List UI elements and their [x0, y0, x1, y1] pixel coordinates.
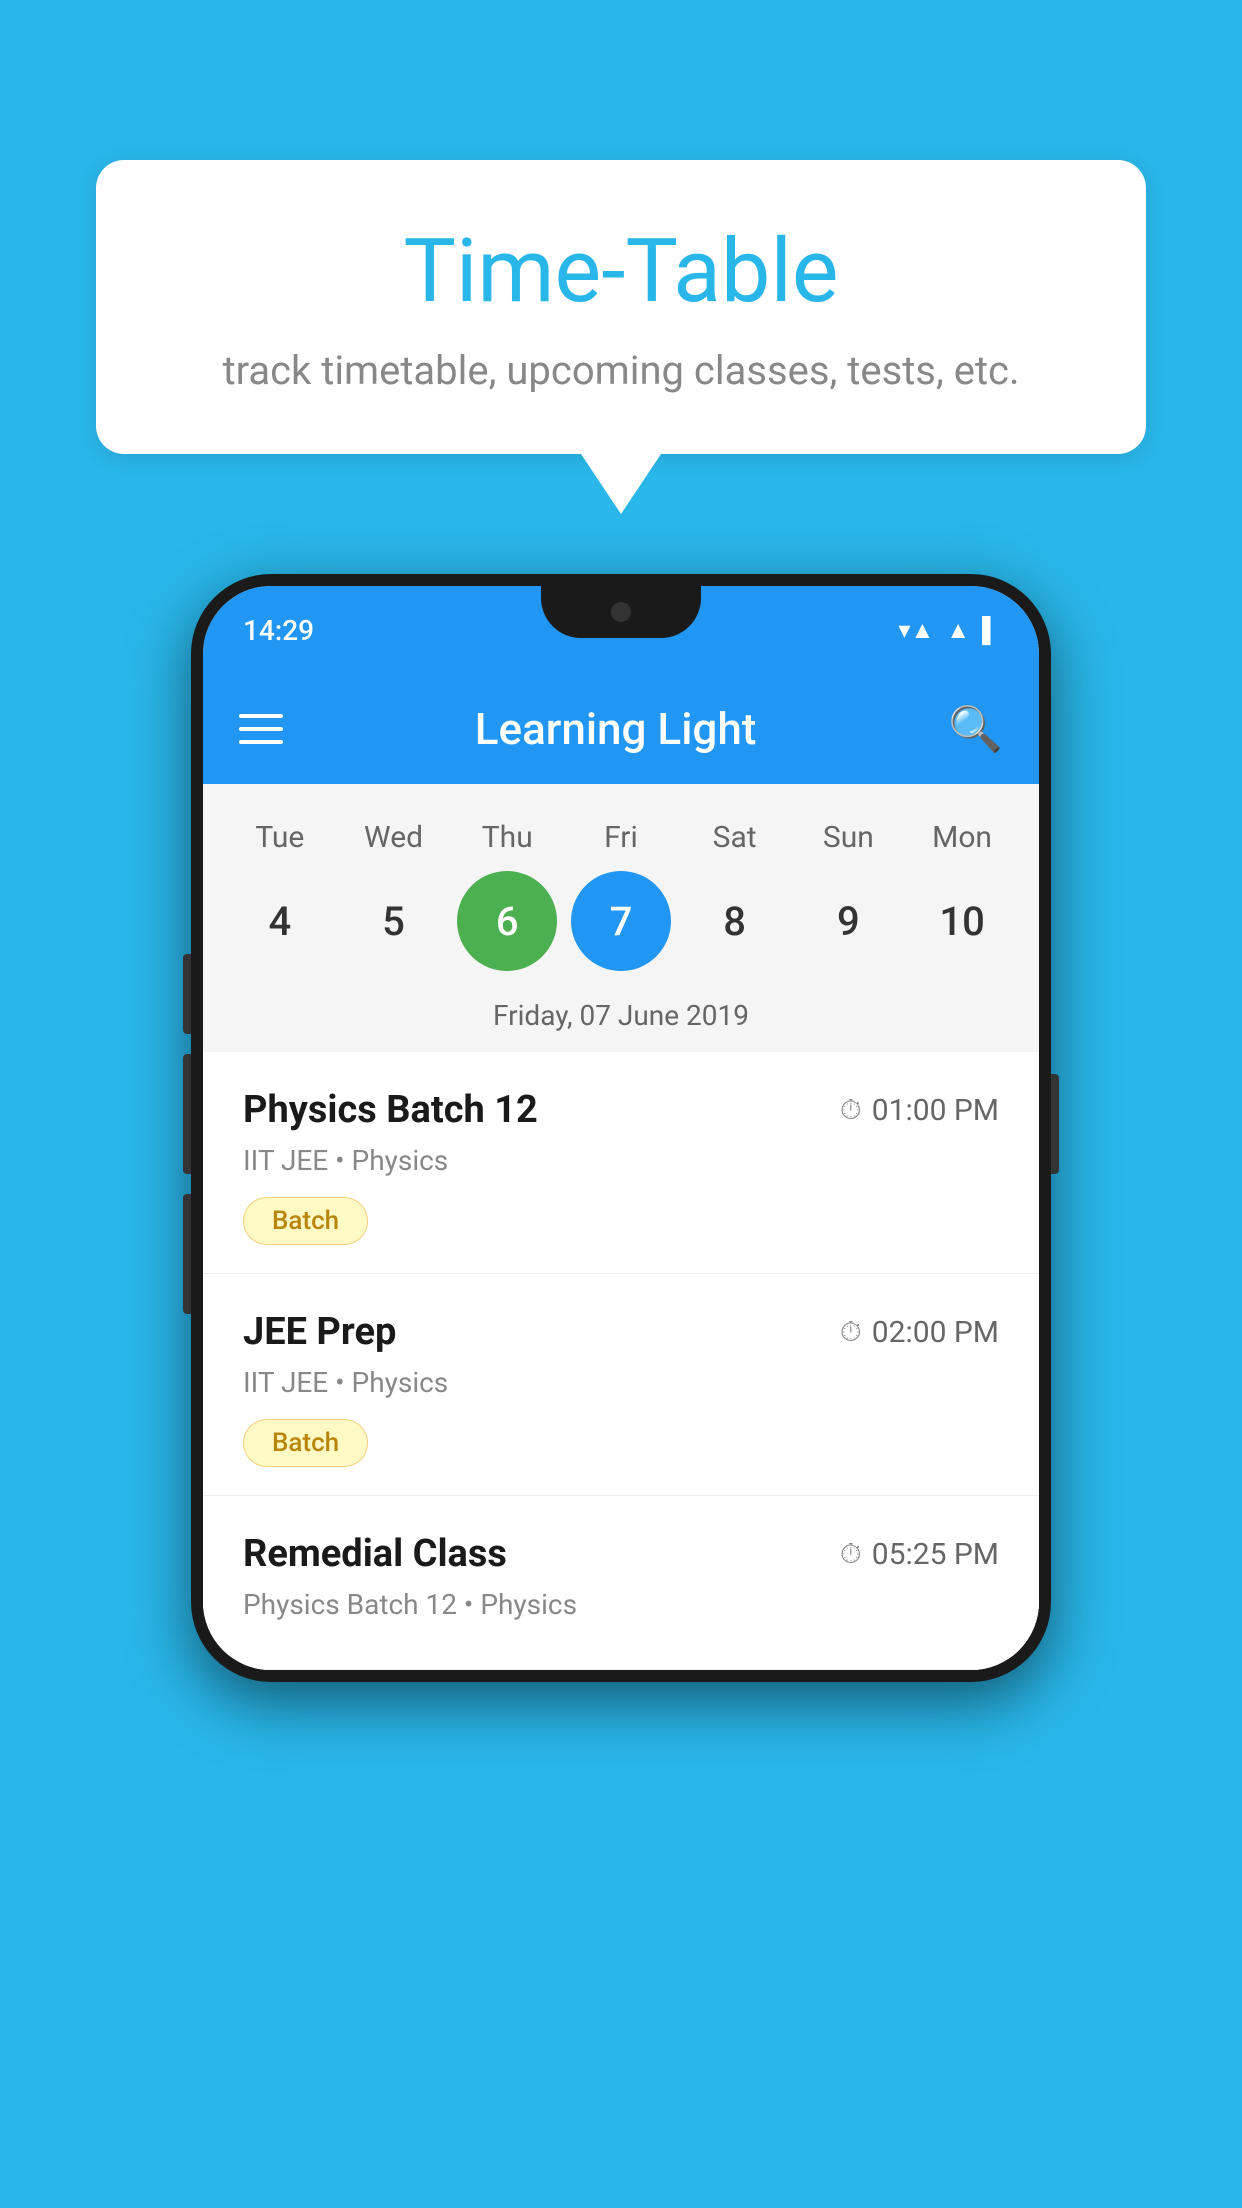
menu-line-2 — [239, 727, 283, 731]
selected-date-label: Friday, 07 June 2019 — [203, 991, 1039, 1052]
date-8[interactable]: 8 — [685, 871, 785, 971]
speech-bubble: Time-Table track timetable, upcoming cla… — [96, 160, 1146, 454]
batch-badge-2: Batch — [243, 1419, 368, 1467]
menu-button[interactable] — [239, 714, 283, 744]
clock-icon-1: ⏱ — [840, 1093, 862, 1127]
battery-icon: ▌ — [982, 616, 999, 645]
schedule-time-value-1: 01:00 PM — [872, 1093, 999, 1128]
schedule-item-2-header: JEE Prep ⏱ 02:00 PM — [243, 1310, 999, 1354]
schedule-title-1: Physics Batch 12 — [243, 1088, 538, 1132]
side-button-3 — [183, 1194, 191, 1314]
schedule-title-3: Remedial Class — [243, 1532, 507, 1576]
app-bar: Learning Light 🔍 — [203, 674, 1039, 784]
schedule-subtitle-2: IIT JEE • Physics — [243, 1366, 999, 1399]
schedule-subtitle-1: IIT JEE • Physics — [243, 1144, 999, 1177]
schedule-item-2[interactable]: JEE Prep ⏱ 02:00 PM IIT JEE • Physics Ba… — [203, 1274, 1039, 1496]
calendar-section: Tue Wed Thu Fri Sat Sun Mon 4 5 6 7 8 9 … — [203, 784, 1039, 1052]
app-title: Learning Light — [475, 703, 757, 755]
menu-line-3 — [239, 740, 283, 744]
date-9[interactable]: 9 — [798, 871, 898, 971]
date-5[interactable]: 5 — [344, 871, 444, 971]
day-tue: Tue — [230, 820, 330, 855]
schedule-item-3-header: Remedial Class ⏱ 05:25 PM — [243, 1532, 999, 1576]
volume-up-button — [183, 954, 191, 1034]
date-7-selected[interactable]: 7 — [571, 871, 671, 971]
clock-icon-2: ⏱ — [840, 1315, 862, 1349]
schedule-time-value-2: 02:00 PM — [872, 1315, 999, 1350]
schedule-item-1-header: Physics Batch 12 ⏱ 01:00 PM — [243, 1088, 999, 1132]
schedule-time-3: ⏱ 05:25 PM — [840, 1537, 999, 1572]
schedule-time-2: ⏱ 02:00 PM — [840, 1315, 999, 1350]
search-button[interactable]: 🔍 — [948, 703, 1003, 755]
day-sun: Sun — [798, 820, 898, 855]
day-mon: Mon — [912, 820, 1012, 855]
menu-line-1 — [239, 714, 283, 718]
power-button — [1051, 1074, 1059, 1174]
volume-down-button — [183, 1054, 191, 1174]
phone-screen: 14:29 ▾▲ ▲ ▌ Learning Light 🔍 — [203, 586, 1039, 1670]
bubble-title: Time-Table — [176, 220, 1066, 323]
day-wed: Wed — [344, 820, 444, 855]
signal-icon: ▲ — [946, 616, 970, 645]
date-4[interactable]: 4 — [230, 871, 330, 971]
phone-container: 14:29 ▾▲ ▲ ▌ Learning Light 🔍 — [131, 574, 1111, 1682]
schedule-item-1[interactable]: Physics Batch 12 ⏱ 01:00 PM IIT JEE • Ph… — [203, 1052, 1039, 1274]
schedule-list: Physics Batch 12 ⏱ 01:00 PM IIT JEE • Ph… — [203, 1052, 1039, 1670]
day-thu: Thu — [457, 820, 557, 855]
wifi-icon: ▾▲ — [898, 616, 934, 645]
days-numbers: 4 5 6 7 8 9 10 — [203, 863, 1039, 991]
speech-bubble-container: Time-Table track timetable, upcoming cla… — [96, 160, 1146, 514]
status-time: 14:29 — [243, 614, 314, 647]
speech-bubble-tail — [581, 454, 661, 514]
schedule-item-3[interactable]: Remedial Class ⏱ 05:25 PM Physics Batch … — [203, 1496, 1039, 1670]
phone-frame: 14:29 ▾▲ ▲ ▌ Learning Light 🔍 — [191, 574, 1051, 1682]
day-sat: Sat — [685, 820, 785, 855]
camera — [611, 602, 631, 622]
schedule-subtitle-3: Physics Batch 12 • Physics — [243, 1588, 999, 1621]
schedule-time-1: ⏱ 01:00 PM — [840, 1093, 999, 1128]
date-10[interactable]: 10 — [912, 871, 1012, 971]
clock-icon-3: ⏱ — [840, 1537, 862, 1571]
notch — [541, 586, 701, 638]
schedule-title-2: JEE Prep — [243, 1310, 396, 1354]
date-6-today[interactable]: 6 — [457, 871, 557, 971]
schedule-time-value-3: 05:25 PM — [872, 1537, 999, 1572]
bubble-subtitle: track timetable, upcoming classes, tests… — [176, 347, 1066, 394]
status-bar: 14:29 ▾▲ ▲ ▌ — [203, 586, 1039, 674]
batch-badge-1: Batch — [243, 1197, 368, 1245]
day-fri: Fri — [571, 820, 671, 855]
days-header: Tue Wed Thu Fri Sat Sun Mon — [203, 804, 1039, 863]
status-icons: ▾▲ ▲ ▌ — [898, 616, 999, 645]
